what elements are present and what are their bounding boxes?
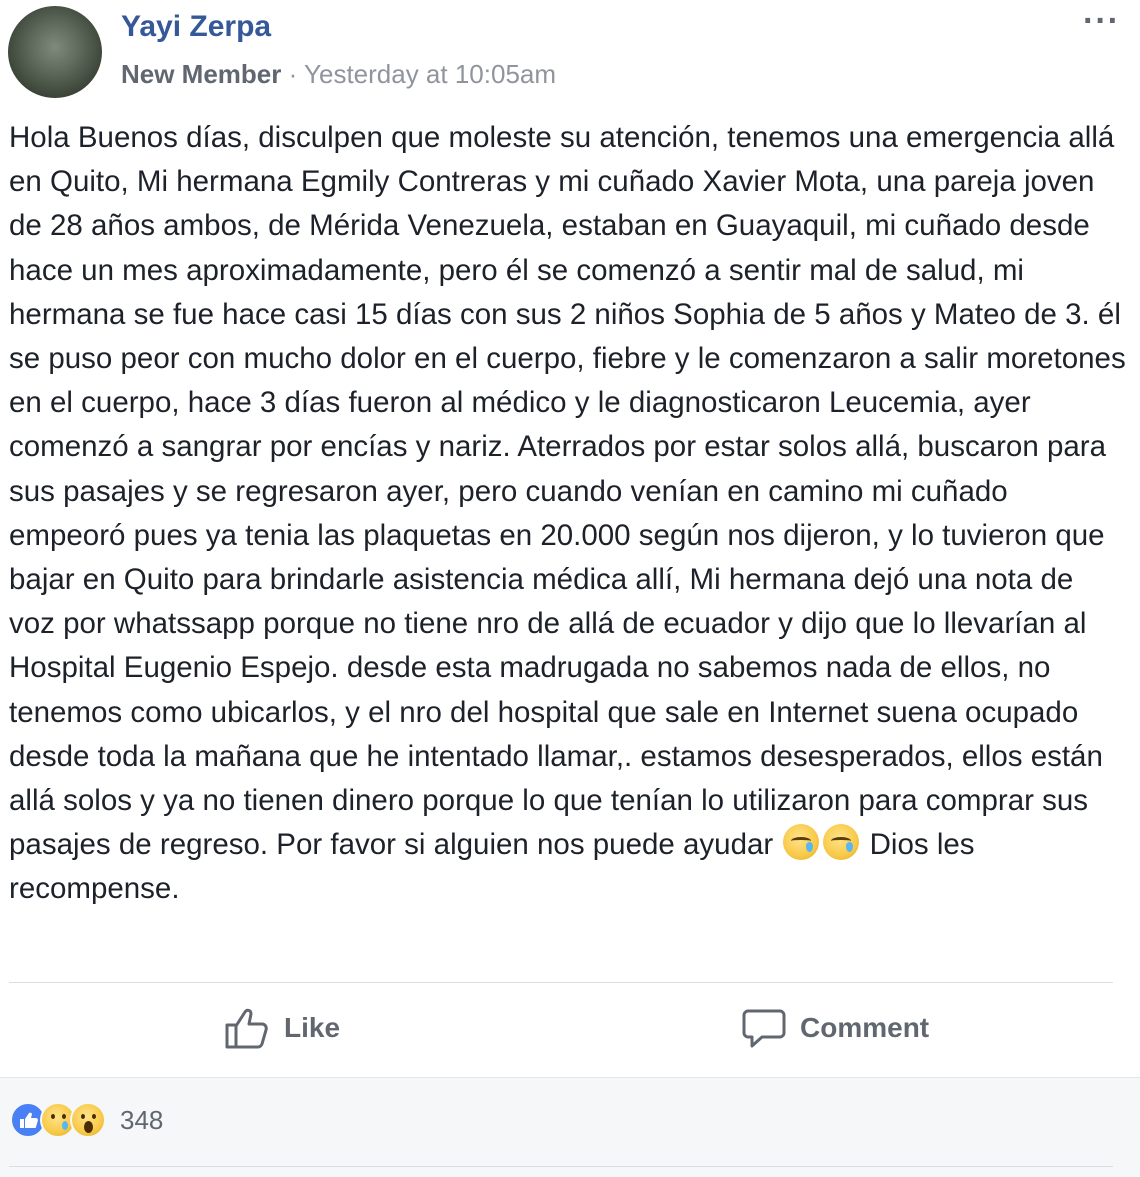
facebook-post: Yayi Zerpa New Member · Yesterday at 10:…: [0, 0, 1140, 1177]
divider: [9, 1166, 1113, 1167]
post-timestamp[interactable]: Yesterday at 10:05am: [304, 59, 556, 89]
post-body: Hola Buenos días, disculpen que moleste …: [9, 116, 1127, 912]
wow-reaction-icon: [70, 1102, 106, 1138]
comment-button[interactable]: Comment: [742, 1006, 929, 1050]
member-role: New Member: [121, 59, 282, 89]
comment-bubble-icon: [742, 1009, 786, 1048]
crying-face-icon: [823, 824, 860, 861]
reactions-footer: [0, 1077, 1140, 1177]
reaction-summary[interactable]: 348: [10, 1102, 163, 1138]
comment-label: Comment: [800, 1012, 930, 1043]
author-name[interactable]: Yayi Zerpa: [121, 10, 271, 44]
thumbs-up-icon: [225, 1008, 268, 1049]
avatar[interactable]: [8, 6, 102, 98]
like-button[interactable]: Like: [224, 1006, 340, 1050]
reaction-count[interactable]: 348: [120, 1105, 163, 1136]
crying-face-icon: [783, 824, 820, 861]
post-meta: New Member · Yesterday at 10:05am: [121, 59, 556, 90]
like-label: Like: [284, 1012, 341, 1043]
post-text: Hola Buenos días, disculpen que moleste …: [9, 121, 1126, 862]
meta-separator: ·: [281, 59, 305, 89]
divider: [9, 982, 1113, 983]
more-horizontal-icon[interactable]: ···: [1083, 2, 1120, 41]
